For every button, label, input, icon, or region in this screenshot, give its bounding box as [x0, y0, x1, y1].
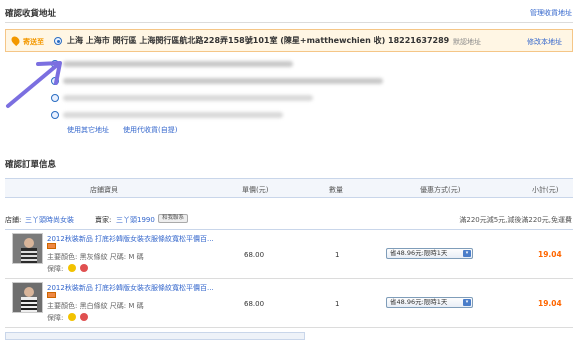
item-thumbnail[interactable]: [12, 282, 43, 313]
order-title: 確認訂單信息: [5, 160, 57, 170]
item-attrs: 主要顏色: 黑灰條紋 尺碼: M 碼: [47, 253, 144, 261]
send-to-label: 寄送至: [23, 38, 44, 46]
location-pin-icon: [9, 34, 22, 47]
message-row-partial[interactable]: [5, 332, 305, 340]
guarantee-label: 保障:: [47, 265, 64, 273]
order-table-header: 店鋪寶貝 單價(元) 數量 優惠方式(元) 小計(元): [5, 178, 573, 198]
promo-text: 滿220元減5元,減後滿220元,免運費: [459, 216, 572, 224]
item-price: 68.00: [244, 300, 265, 308]
seller-name-link[interactable]: 三丫頭1990: [116, 215, 155, 225]
divider: [5, 229, 573, 230]
redacted-address: [63, 95, 313, 101]
discount-select[interactable]: 省48.96元:限時1天 ▾: [386, 297, 473, 308]
item-attrs: 主要顏色: 黑白條紋 尺碼: M 碼: [47, 302, 144, 310]
item-qty: 1: [335, 300, 340, 308]
annotation-arrow-icon: [6, 61, 62, 108]
guarantee-badge-icon[interactable]: [68, 264, 76, 272]
divider: [5, 22, 573, 23]
dropdown-arrow-icon: ▾: [463, 250, 471, 257]
return-badge-icon[interactable]: [80, 264, 88, 272]
default-address-label: 默認地址: [453, 38, 481, 46]
item-title-link[interactable]: 2012秋裝新品 打底衫韓版女裝衣服條紋寬松平價百...: [47, 234, 214, 244]
col-subtotal: 小計(元): [532, 186, 559, 194]
col-shop: 店鋪寶貝: [90, 186, 118, 194]
item-price: 68.00: [244, 251, 265, 259]
manage-address-link[interactable]: 管理收貨地址: [530, 8, 572, 18]
redacted-address: [63, 78, 383, 84]
chat-label: 和我聯系: [162, 215, 185, 221]
guarantee-label: 保障:: [47, 314, 64, 322]
seller-label: 賣家:: [95, 216, 112, 224]
dropdown-arrow-icon: ▾: [463, 299, 471, 306]
use-other-address-link[interactable]: 使用其它地址: [67, 125, 109, 135]
address-radio[interactable]: [51, 111, 59, 119]
col-discount: 優惠方式(元): [420, 186, 461, 194]
use-agent-pickup-link[interactable]: 使用代收貨(自提): [123, 125, 177, 135]
chat-seller-button[interactable]: 和我聯系: [158, 214, 189, 223]
divider: [5, 278, 573, 279]
divider: [5, 327, 573, 328]
shop-name-link[interactable]: 三丫頭時尚女裝: [25, 215, 74, 225]
shop-label: 店鋪:: [5, 216, 22, 224]
promo-flag-icon: [47, 292, 56, 298]
discount-select[interactable]: 省48.96元:限時1天 ▾: [386, 248, 473, 259]
item-thumbnail[interactable]: [12, 233, 43, 264]
selected-address-row[interactable]: 寄送至 上海 上海市 閔行區 上海閔行區航北路228弄158號101室 (陳星+…: [5, 29, 573, 52]
col-qty: 數量: [329, 186, 343, 194]
col-price: 單價(元): [242, 186, 269, 194]
discount-selected: 省48.96元:限時1天: [390, 249, 448, 257]
address-radio-selected[interactable]: [54, 37, 62, 45]
return-badge-icon[interactable]: [80, 313, 88, 321]
item-subtotal: 19.04: [538, 250, 562, 259]
selected-address-text: 上海 上海市 閔行區 上海閔行區航北路228弄158號101室 (陳星+matt…: [67, 36, 450, 45]
promo-flag-icon: [47, 243, 56, 249]
redacted-address: [63, 61, 293, 67]
item-subtotal: 19.04: [538, 299, 562, 308]
item-title-link[interactable]: 2012秋裝新品 打底衫韓版女裝衣服條紋寬松平價百...: [47, 283, 214, 293]
edit-address-link[interactable]: 修改本地址: [527, 37, 562, 47]
redacted-address: [63, 112, 283, 118]
shipping-title: 確認收貨地址: [5, 9, 57, 19]
item-qty: 1: [335, 251, 340, 259]
discount-selected: 省48.96元:限時1天: [390, 298, 448, 306]
guarantee-badge-icon[interactable]: [68, 313, 76, 321]
